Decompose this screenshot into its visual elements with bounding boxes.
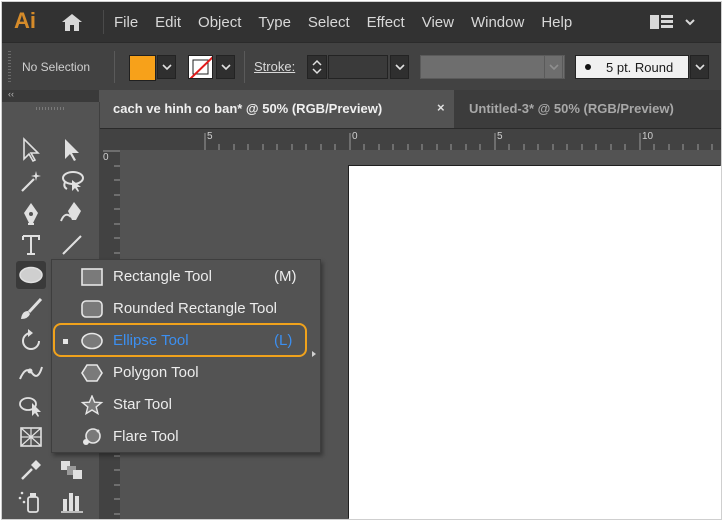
brush-dropdown[interactable] <box>690 55 709 79</box>
app-logo: Ai <box>14 8 36 33</box>
menu-items: File Edit Object Type Select Effect View… <box>114 2 589 42</box>
flare-icon <box>80 427 104 447</box>
flyout-item-polygon-tool[interactable]: Polygon Tool <box>52 357 320 389</box>
illustrator-window: Ai File Edit Object Type Select Effect V… <box>1 1 722 520</box>
magic-wand-tool-icon[interactable] <box>16 167 46 195</box>
ruler-label: 0 <box>352 131 358 142</box>
ellipse-tool-highlight <box>53 323 307 357</box>
width-tool-icon[interactable] <box>16 359 46 387</box>
stroke-weight-input[interactable] <box>328 55 388 79</box>
stroke-weight-stepper[interactable] <box>307 55 327 79</box>
stroke-label[interactable]: Stroke: <box>254 59 295 74</box>
flyout-tearoff-arrow-icon[interactable] <box>312 351 316 357</box>
ruler-label: 5 <box>497 131 503 142</box>
menu-select[interactable]: Select <box>308 14 350 31</box>
ruler-label: 10 <box>642 131 654 142</box>
ruler-label: 0 <box>103 152 109 163</box>
tab-title: cach ve hinh co ban* @ 50% (RGB/Preview) <box>113 101 383 116</box>
pen-tool-icon[interactable] <box>16 199 46 227</box>
selection-tool-icon[interactable] <box>16 135 46 163</box>
type-tool-icon[interactable] <box>16 231 46 259</box>
flyout-label: Rectangle Tool <box>113 268 212 285</box>
tab-untitled-3[interactable]: Untitled-3* @ 50% (RGB/Preview) <box>469 101 674 116</box>
flyout-label: Star Tool <box>113 396 172 413</box>
collapse-panel-button[interactable]: ‹‹ <box>8 89 14 99</box>
menu-file[interactable]: File <box>114 14 138 31</box>
menu-divider <box>103 10 104 34</box>
tools-panel-header: ‹‹ <box>2 89 99 102</box>
brush-label: 5 pt. Round <box>606 60 674 75</box>
brush-definition[interactable]: 5 pt. Round <box>575 55 689 79</box>
perspective-grid-tool-icon[interactable] <box>16 423 46 451</box>
flyout-label: Rounded Rectangle Tool <box>113 300 278 317</box>
stroke-color-swatch[interactable] <box>188 55 213 79</box>
star-icon <box>80 394 104 416</box>
menu-view[interactable]: View <box>422 14 454 31</box>
ruler-label: 5 <box>207 131 213 142</box>
document-tabs: cach ve hinh co ban* @ 50% (RGB/Preview)… <box>99 90 721 129</box>
flyout-label: Flare Tool <box>113 428 179 445</box>
blend-tool-icon[interactable] <box>57 455 87 483</box>
symbol-sprayer-tool-icon[interactable] <box>16 487 46 515</box>
menu-window[interactable]: Window <box>471 14 524 31</box>
brush-dot-icon <box>585 64 591 70</box>
control-divider <box>114 51 115 83</box>
column-graph-tool-icon[interactable] <box>57 487 87 515</box>
tools-panel-grip[interactable] <box>36 107 66 110</box>
line-segment-tool-icon[interactable] <box>57 231 87 259</box>
flyout-shortcut: (M) <box>274 268 297 285</box>
menu-effect[interactable]: Effect <box>367 14 405 31</box>
control-divider <box>244 51 245 83</box>
horizontal-ruler: 5 0 5 10 <box>99 129 721 151</box>
lasso-tool-icon[interactable] <box>57 167 87 195</box>
menu-bar: Ai File Edit Object Type Select Effect V… <box>2 2 721 42</box>
stroke-dropdown[interactable] <box>216 55 235 79</box>
workspace-switcher[interactable] <box>650 14 698 30</box>
flyout-item-rounded-rectangle-tool[interactable]: Rounded Rectangle Tool <box>52 293 320 325</box>
eyedropper-tool-icon[interactable] <box>16 455 46 483</box>
curvature-tool-icon[interactable] <box>57 199 87 227</box>
direct-selection-tool-icon[interactable] <box>57 135 87 163</box>
artboard[interactable] <box>349 166 721 519</box>
rounded-rectangle-icon <box>80 299 104 319</box>
rectangle-icon <box>80 267 104 287</box>
fill-dropdown[interactable] <box>157 55 176 79</box>
menu-help[interactable]: Help <box>541 14 572 31</box>
ellipse-tool-icon[interactable] <box>16 261 46 289</box>
paintbrush-tool-icon[interactable] <box>16 295 46 323</box>
polygon-icon <box>80 363 104 383</box>
control-bar-grip[interactable] <box>8 51 11 83</box>
fill-color-swatch[interactable] <box>129 55 156 81</box>
flyout-item-flare-tool[interactable]: Flare Tool <box>52 421 320 453</box>
menu-object[interactable]: Object <box>198 14 241 31</box>
close-icon[interactable]: × <box>437 100 445 115</box>
menu-type[interactable]: Type <box>258 14 291 31</box>
home-icon[interactable] <box>60 12 84 32</box>
selection-status: No Selection <box>22 60 91 74</box>
tab-active-document[interactable]: cach ve hinh co ban* @ 50% (RGB/Preview)… <box>99 90 454 128</box>
menu-edit[interactable]: Edit <box>155 14 181 31</box>
rotate-tool-icon[interactable] <box>16 327 46 355</box>
stroke-weight-dropdown[interactable] <box>390 55 409 79</box>
flyout-label: Polygon Tool <box>113 364 199 381</box>
flyout-item-star-tool[interactable]: Star Tool <box>52 389 320 421</box>
shape-builder-tool-icon[interactable] <box>16 391 46 419</box>
variable-width-dropdown[interactable] <box>544 55 563 79</box>
flyout-item-rectangle-tool[interactable]: Rectangle Tool (M) <box>52 261 320 293</box>
control-bar: No Selection Stroke: 5 pt. Round <box>2 42 721 91</box>
